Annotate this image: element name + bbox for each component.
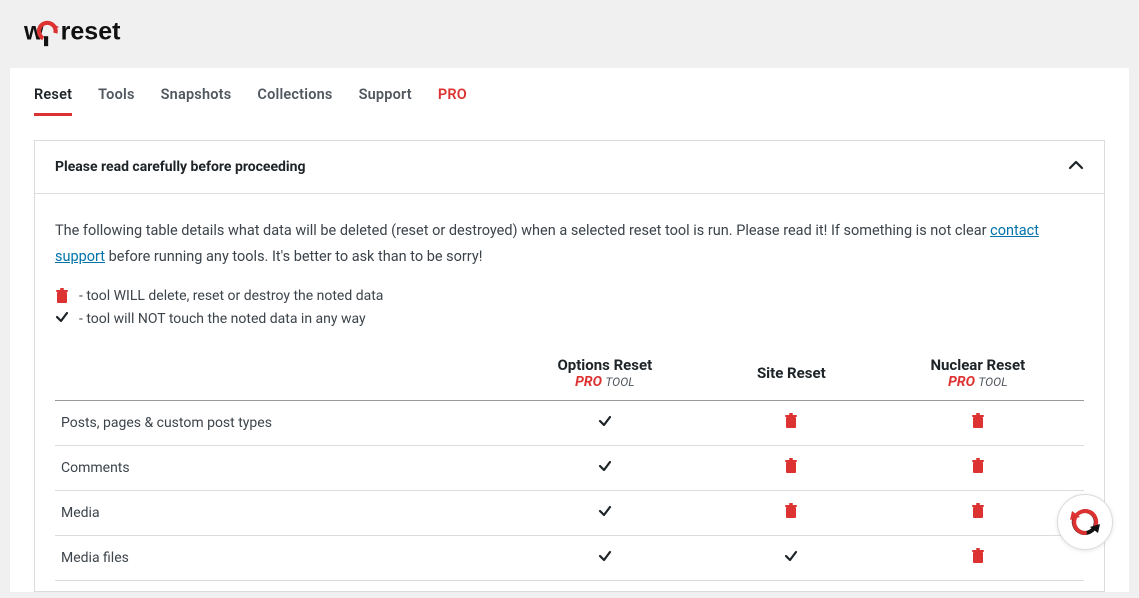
trash-icon [711,401,872,446]
table-row: Posts, pages & custom post types [55,401,1084,446]
tab-collections[interactable]: Collections [257,86,332,116]
legend-keep-text: - tool will NOT touch the noted data in … [79,311,366,327]
trash-icon [872,446,1084,491]
row-label: Comments [55,446,499,491]
col-options-reset-label: Options Reset [505,356,705,374]
col-rowlabel [55,348,499,401]
row-label: Media files [55,536,499,581]
refresh-icon [1068,505,1102,539]
trash-icon [872,401,1084,446]
tab-reset[interactable]: Reset [34,86,72,116]
check-icon [711,536,872,581]
intro-part-2: before running any tools. It's better to… [105,248,482,265]
intro-text: The following table details what data wi… [55,218,1084,270]
check-icon [499,446,711,491]
trash-icon [872,491,1084,536]
legend-keep: - tool will NOT touch the noted data in … [55,310,1084,328]
trash-icon [55,288,69,304]
svg-text:reset: reset [61,18,121,46]
table-row: Media files [55,536,1084,581]
legend-delete: - tool WILL delete, reset or destroy the… [55,288,1084,304]
trash-icon [872,536,1084,581]
accordion-toggle[interactable]: Please read carefully before proceeding [35,141,1104,194]
col-nuclear-reset-label: Nuclear Reset [878,356,1078,374]
check-icon [499,491,711,536]
pro-badge: PRO [575,374,602,390]
accordion-body: The following table details what data wi… [35,194,1104,591]
trash-icon [711,491,872,536]
row-label: Media [55,491,499,536]
tab-tools[interactable]: Tools [98,86,134,116]
info-accordion: Please read carefully before proceeding … [34,140,1105,592]
wpreset-logo-svg: w reset [24,16,174,48]
tab-support[interactable]: Support [359,86,412,116]
tool-suffix: TOOL [978,375,1007,389]
trash-icon [711,446,872,491]
refresh-button[interactable] [1057,494,1113,550]
col-site-reset: Site Reset [711,348,872,401]
brand-logo: w reset [0,0,1139,60]
accordion-title: Please read carefully before proceeding [55,159,305,175]
chevron-up-icon [1068,157,1084,177]
table-row: Media [55,491,1084,536]
table-row: Comments [55,446,1084,491]
check-icon [499,536,711,581]
tab-pro[interactable]: PRO [438,86,467,116]
col-options-reset: Options Reset PRO TOOL [499,348,711,401]
col-site-reset-label: Site Reset [717,364,866,382]
tabs: Reset Tools Snapshots Collections Suppor… [10,68,1129,116]
intro-part-1: The following table details what data wi… [55,222,990,239]
legend-delete-text: - tool WILL delete, reset or destroy the… [79,288,383,304]
pro-badge: PRO [948,374,975,390]
reset-comparison-table: Options Reset PRO TOOL Site Reset Nuclea… [55,348,1084,581]
check-icon [499,401,711,446]
row-label: Posts, pages & custom post types [55,401,499,446]
tool-suffix: TOOL [605,375,634,389]
tab-snapshots[interactable]: Snapshots [161,86,232,116]
check-icon [55,310,69,328]
col-nuclear-reset: Nuclear Reset PRO TOOL [872,348,1084,401]
main-panel: Reset Tools Snapshots Collections Suppor… [10,68,1129,592]
